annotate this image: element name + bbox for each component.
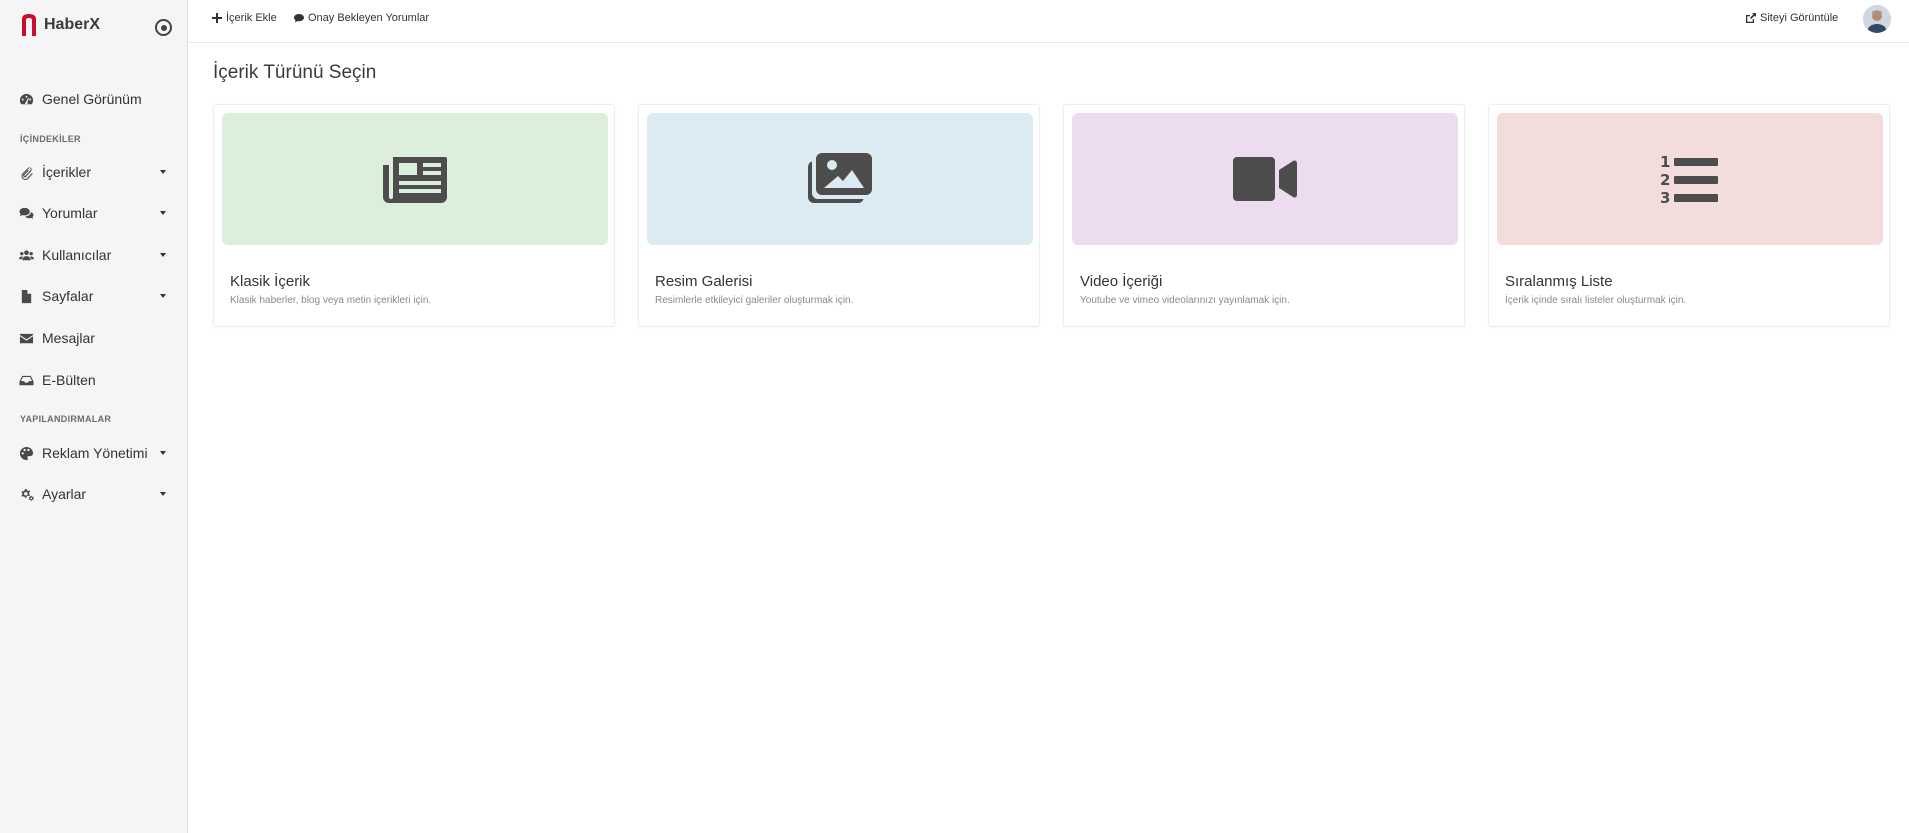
- caret-down-icon: [160, 451, 166, 455]
- svg-text:3: 3: [1660, 189, 1670, 205]
- sidebar-item-contents[interactable]: İçerikler: [18, 159, 170, 185]
- sidebar: HaberX Genel Görünüm İÇİNDEKİLER İçerikl…: [0, 0, 188, 833]
- sidebar-item-label: Sayfalar: [42, 288, 94, 304]
- card-media: [1072, 113, 1458, 245]
- haberx-logo-icon: [22, 14, 36, 36]
- user-avatar[interactable]: [1863, 5, 1891, 33]
- card-description: İçerik içinde sıralı listeler oluşturmak…: [1505, 295, 1687, 306]
- envelope-icon: [18, 330, 34, 346]
- topbar: [189, 0, 1909, 43]
- section-label-content: İÇİNDEKİLER: [20, 134, 81, 144]
- brand[interactable]: HaberX: [20, 13, 100, 36]
- inbox-icon: [18, 372, 34, 388]
- card-title: Video İçeriği: [1080, 273, 1163, 290]
- svg-text:1: 1: [1660, 153, 1670, 171]
- add-content-label: İçerik Ekle: [226, 12, 277, 24]
- brand-name: HaberX: [44, 15, 101, 33]
- palette-icon: [18, 445, 34, 461]
- caret-down-icon: [160, 253, 166, 257]
- content-type-card-classic[interactable]: Klasik İçerik Klasik haberler, blog veya…: [213, 104, 615, 327]
- sidebar-item-overview[interactable]: Genel Görünüm: [18, 86, 170, 112]
- caret-down-icon: [160, 170, 166, 174]
- comment-icon: [294, 14, 304, 23]
- card-media: [222, 113, 608, 245]
- sidebar-item-label: İçerikler: [42, 164, 92, 180]
- card-media: [647, 113, 1033, 245]
- sidebar-item-newsletter[interactable]: E-Bülten: [18, 367, 170, 393]
- sidebar-item-label: Yorumlar: [42, 205, 98, 221]
- video-icon: [1233, 157, 1297, 201]
- file-icon: [18, 288, 34, 304]
- card-title: Sıralanmış Liste: [1505, 273, 1613, 290]
- list-ol-icon: 1 2 3: [1660, 153, 1718, 205]
- sidebar-item-label: Kullanıcılar: [42, 247, 112, 263]
- paperclip-icon: [18, 164, 34, 180]
- external-link-icon: [1746, 13, 1756, 23]
- sidebar-item-messages[interactable]: Mesajlar: [18, 325, 170, 351]
- card-description: Youtube ve vimeo videolarınızı yayınlama…: [1080, 295, 1290, 306]
- caret-down-icon: [160, 211, 166, 215]
- sidebar-item-comments[interactable]: Yorumlar: [18, 200, 170, 226]
- sidebar-toggle-icon[interactable]: [155, 19, 172, 36]
- plus-icon: [212, 13, 222, 23]
- sidebar-item-label: E-Bülten: [42, 372, 96, 388]
- page-title: İçerik Türünü Seçin: [213, 62, 377, 83]
- content-type-card-gallery[interactable]: Resim Galerisi Resimlerle etkileyici gal…: [638, 104, 1040, 327]
- card-media: 1 2 3: [1497, 113, 1883, 245]
- caret-down-icon: [160, 492, 166, 496]
- sidebar-item-label: Genel Görünüm: [42, 91, 142, 107]
- card-description: Resimlerle etkileyici galeriler oluşturm…: [655, 295, 854, 306]
- sidebar-item-pages[interactable]: Sayfalar: [18, 283, 170, 309]
- images-icon: [808, 153, 872, 203]
- sidebar-item-settings[interactable]: Ayarlar: [18, 481, 170, 507]
- svg-text:2: 2: [1660, 171, 1670, 189]
- pending-comments-label: Onay Bekleyen Yorumlar: [308, 12, 430, 24]
- sidebar-item-users[interactable]: Kullanıcılar: [18, 242, 170, 268]
- sidebar-item-label: Mesajlar: [42, 330, 95, 346]
- caret-down-icon: [160, 294, 166, 298]
- view-site-link[interactable]: Siteyi Görüntüle: [1746, 12, 1838, 24]
- section-label-config: YAPILANDIRMALAR: [20, 414, 112, 424]
- add-content-link[interactable]: İçerik Ekle: [212, 12, 277, 24]
- newspaper-icon: [383, 157, 447, 203]
- sidebar-item-label: Reklam Yönetimi: [42, 445, 148, 461]
- sidebar-item-label: Ayarlar: [42, 486, 87, 502]
- card-description: Klasik haberler, blog veya metin içerikl…: [230, 295, 432, 306]
- content-type-card-ordered-list[interactable]: 1 2 3 Sıralanmış Liste İçerik içinde sır…: [1488, 104, 1890, 327]
- cogs-icon: [18, 486, 34, 502]
- content-type-card-video[interactable]: Video İçeriği Youtube ve vimeo videoları…: [1063, 104, 1465, 327]
- tachometer-icon: [18, 91, 34, 107]
- card-title: Resim Galerisi: [655, 273, 753, 290]
- pending-comments-link[interactable]: Onay Bekleyen Yorumlar: [294, 12, 429, 24]
- comments-icon: [18, 205, 34, 221]
- view-site-label: Siteyi Görüntüle: [1760, 12, 1839, 24]
- card-title: Klasik İçerik: [230, 273, 311, 290]
- sidebar-item-ads[interactable]: Reklam Yönetimi: [18, 440, 170, 466]
- avatar-image: [1863, 5, 1891, 33]
- users-icon: [18, 247, 34, 263]
